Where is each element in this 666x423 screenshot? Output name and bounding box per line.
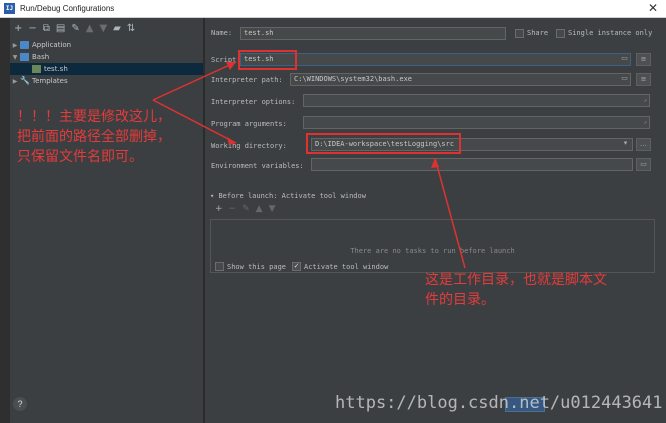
arrowhead — [431, 158, 439, 168]
annotation-note-script: ！！！主要是修改这儿， 把前面的路径全部删掉， 只保留文件名即可。 — [17, 109, 171, 165]
watermark: https://blog.csdn.net/u012443641 — [335, 393, 663, 413]
annotation-arrows — [152, 61, 466, 269]
arrowhead — [227, 137, 236, 145]
arrow-to-script — [152, 61, 237, 101]
annotation-note-working-dir: 这是工作目录，也就是脚本文 件的目录。 — [425, 272, 607, 308]
arrow-to-working-dir-note — [434, 157, 466, 269]
